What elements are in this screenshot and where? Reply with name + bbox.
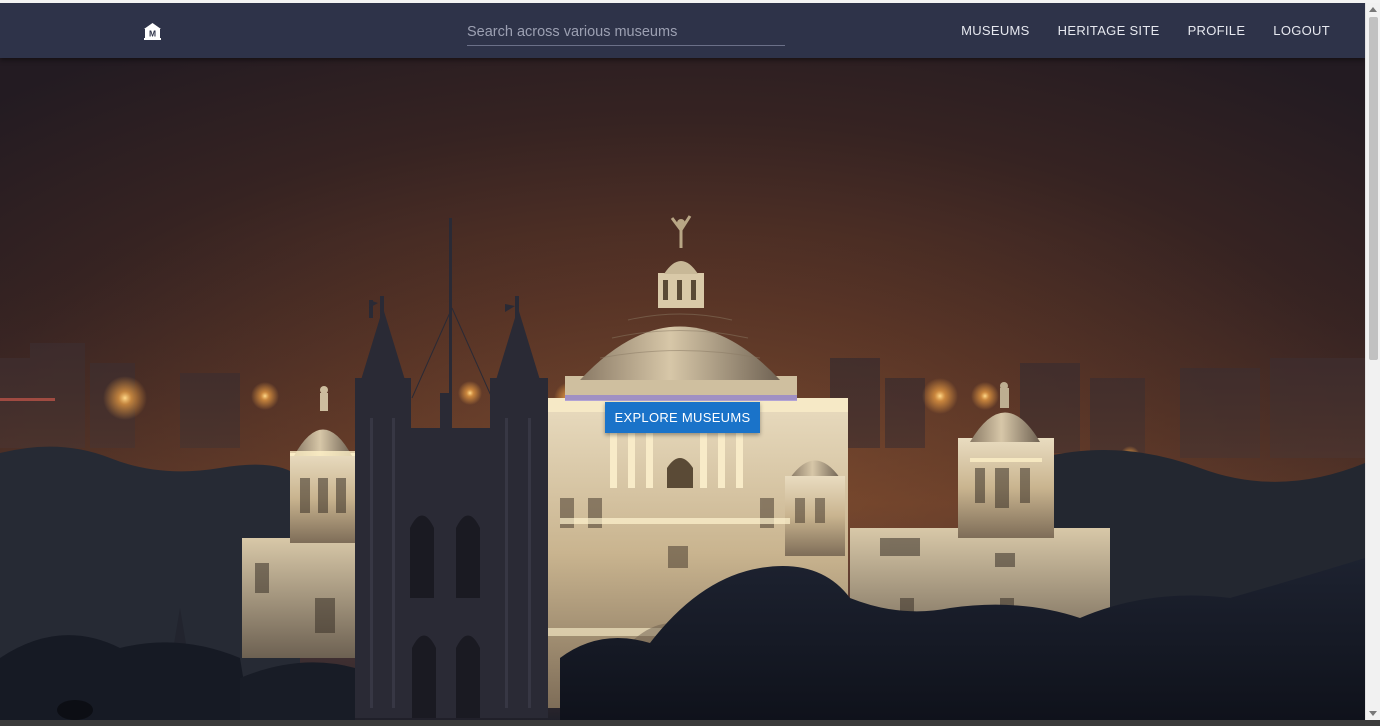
scrollbar-thumb[interactable] (1369, 17, 1378, 360)
nav-link-museums[interactable]: MUSEUMS (961, 23, 1030, 38)
logo-letter: M (149, 29, 156, 39)
hero-image (0, 58, 1365, 720)
top-navbar: M MUSEUMS HERITAGE SITE PROFILE LOGOUT (0, 3, 1365, 58)
nav-link-heritage-site[interactable]: HERITAGE SITE (1058, 23, 1160, 38)
window-bottom-edge (0, 720, 1380, 726)
browser-viewport: EXPLORE MUSEUMS M MUSEUMS HERITAGE SITE … (0, 0, 1380, 726)
museum-building-icon[interactable]: M (143, 22, 162, 41)
vertical-scrollbar[interactable] (1365, 3, 1380, 720)
scroll-down-arrow-icon[interactable] (1369, 711, 1377, 716)
scroll-up-arrow-icon[interactable] (1369, 7, 1377, 12)
search-input[interactable] (467, 19, 785, 45)
nav-link-profile[interactable]: PROFILE (1188, 23, 1246, 38)
explore-museums-button[interactable]: EXPLORE MUSEUMS (605, 402, 760, 433)
nav-link-logout[interactable]: LOGOUT (1273, 23, 1330, 38)
hero-banner: EXPLORE MUSEUMS (0, 58, 1365, 720)
page: EXPLORE MUSEUMS M MUSEUMS HERITAGE SITE … (0, 3, 1365, 720)
search-field (467, 19, 785, 46)
main-nav: MUSEUMS HERITAGE SITE PROFILE LOGOUT (961, 3, 1330, 58)
